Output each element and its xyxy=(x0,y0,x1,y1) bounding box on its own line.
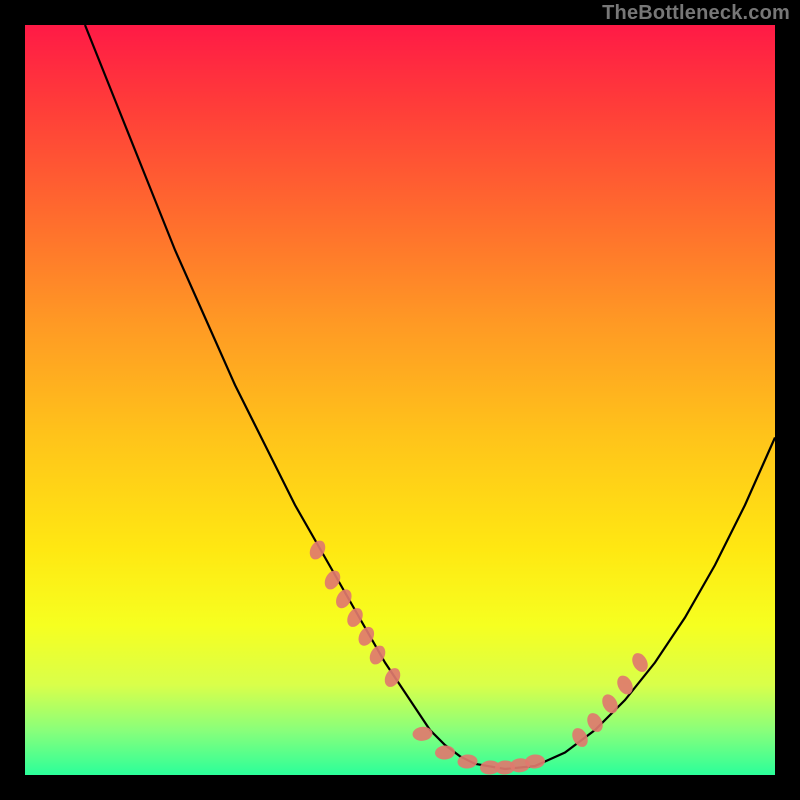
data-marker xyxy=(614,673,636,697)
bottleneck-curve xyxy=(85,25,775,769)
data-marker xyxy=(322,568,344,592)
outer-frame: TheBottleneck.com xyxy=(0,0,800,800)
chart-plot-area xyxy=(25,25,775,775)
watermark-text: TheBottleneck.com xyxy=(602,2,790,25)
data-markers xyxy=(307,538,651,775)
chart-svg xyxy=(25,25,775,775)
data-marker xyxy=(344,605,366,629)
data-marker xyxy=(599,692,621,716)
data-marker xyxy=(434,745,455,761)
data-marker xyxy=(333,587,355,611)
